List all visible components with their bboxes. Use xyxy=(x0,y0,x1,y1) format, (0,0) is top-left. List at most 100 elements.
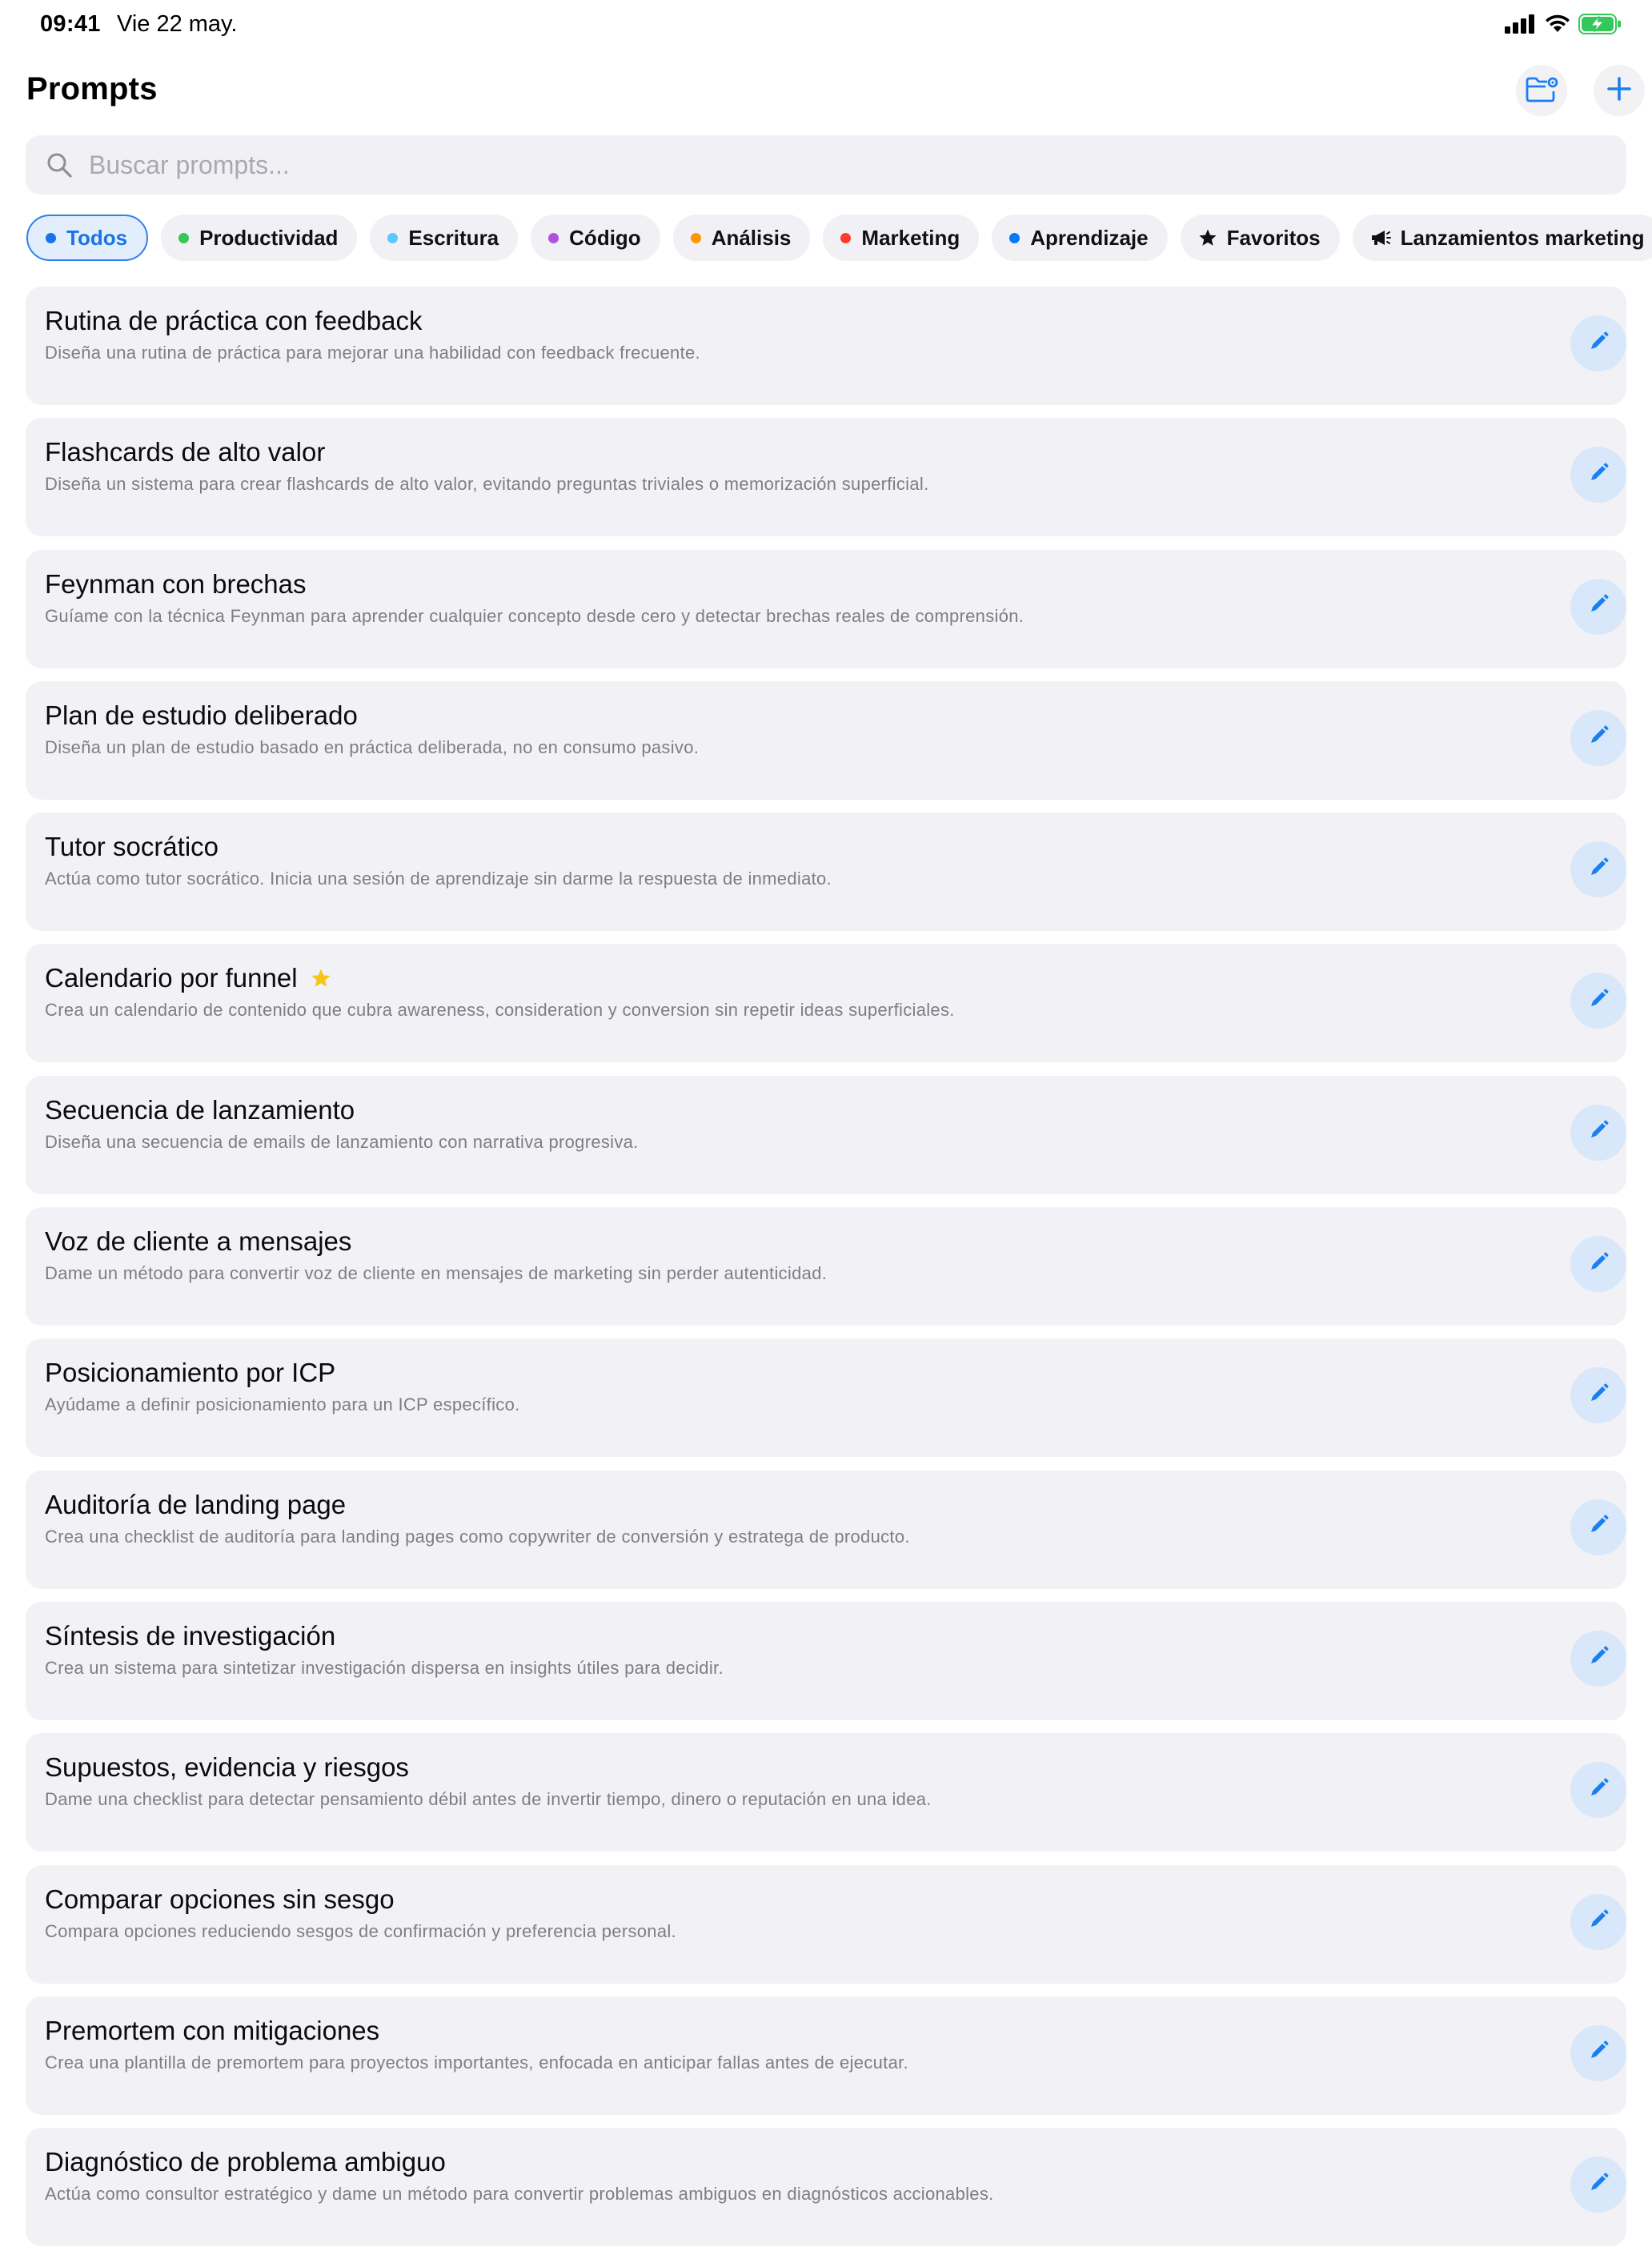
prompt-description: Diseña una secuencia de emails de lanzam… xyxy=(45,1131,639,1152)
edit-prompt-button[interactable] xyxy=(1570,1893,1626,1950)
edit-prompt-button[interactable] xyxy=(1570,709,1626,766)
star-icon xyxy=(1198,228,1217,247)
filter-chip-label: Aprendizaje xyxy=(1030,225,1149,250)
category-dot xyxy=(46,232,56,243)
prompt-card[interactable]: Síntesis de investigación Crea un sistema… xyxy=(26,1601,1626,1720)
prompt-description: Crea una plantilla de premortem para pro… xyxy=(45,2052,908,2072)
pencil-icon xyxy=(1586,1644,1610,1672)
filter-chip-código[interactable]: Código xyxy=(531,215,660,261)
add-prompt-button[interactable] xyxy=(1594,65,1645,116)
wifi-icon xyxy=(1545,14,1570,38)
prompt-description: Actúa como tutor socrático. Inicia una s… xyxy=(45,869,832,889)
prompt-card[interactable]: Secuencia de lanzamiento Diseña una secue… xyxy=(26,1075,1626,1194)
prompt-title-text: Diagnóstico de problema ambiguo xyxy=(45,2147,446,2177)
filter-chip-favoritos[interactable]: Favoritos xyxy=(1180,215,1340,261)
edit-prompt-button[interactable] xyxy=(1570,2024,1626,2081)
prompt-title: Diagnóstico de problema ambiguo xyxy=(45,2147,446,2177)
prompt-description: Dame una checklist para detectar pensami… xyxy=(45,1789,932,1810)
prompt-title: Auditoría de landing page xyxy=(45,1490,346,1520)
prompt-title: Rutina de práctica con feedback xyxy=(45,306,422,336)
search-icon xyxy=(46,151,73,179)
prompt-card[interactable]: Posicionamiento por ICP Ayúdame a definir… xyxy=(26,1338,1626,1458)
edit-prompt-button[interactable] xyxy=(1570,1499,1626,1555)
filter-chip-escritura[interactable]: Escritura xyxy=(370,215,519,261)
category-dot xyxy=(387,232,399,243)
prompt-card[interactable]: Diagnóstico de problema ambiguo Actúa com… xyxy=(26,2128,1626,2247)
search-bar[interactable] xyxy=(26,135,1626,195)
edit-prompt-button[interactable] xyxy=(1570,973,1626,1029)
status-bar: 09:41 Vie 22 may. xyxy=(0,0,1652,51)
edit-prompt-button[interactable] xyxy=(1570,315,1626,371)
prompt-description: Actúa como consultor estratégico y dame … xyxy=(45,2184,994,2205)
filter-chip-productividad[interactable]: Productividad xyxy=(161,215,358,261)
pencil-icon xyxy=(1586,724,1610,752)
filter-chip-lanzamientos-marketing[interactable]: Lanzamientos marketing xyxy=(1352,215,1652,261)
prompt-title-text: Supuestos, evidencia y riesgos xyxy=(45,1752,409,1783)
edit-prompt-button[interactable] xyxy=(1570,1367,1626,1424)
prompt-title-text: Calendario por funnel xyxy=(45,963,298,993)
filter-chip-label: Todos xyxy=(66,225,128,250)
edit-prompt-button[interactable] xyxy=(1570,2157,1626,2213)
prompt-title-text: Secuencia de lanzamiento xyxy=(45,1094,355,1125)
filter-chip-aprendizaje[interactable]: Aprendizaje xyxy=(992,215,1168,261)
filter-chip-todos[interactable]: Todos xyxy=(26,215,149,261)
prompt-title: Calendario por funnel xyxy=(45,963,331,993)
edit-prompt-button[interactable] xyxy=(1570,1762,1626,1819)
prompt-description: Crea un calendario de contenido que cubr… xyxy=(45,1000,955,1021)
prompt-card[interactable]: Premortem con mitigaciones Crea una plant… xyxy=(26,1996,1626,2115)
edit-prompt-button[interactable] xyxy=(1570,1236,1626,1293)
prompt-card[interactable]: Tutor socrático Actúa como tutor socrátic… xyxy=(26,813,1626,932)
edit-prompt-button[interactable] xyxy=(1570,1630,1626,1687)
prompt-description: Guíame con la técnica Feynman para apren… xyxy=(45,605,1024,626)
prompt-card[interactable]: Calendario por funnel Crea un calendario … xyxy=(26,944,1626,1063)
prompt-title: Voz de cliente a mensajes xyxy=(45,1226,351,1257)
edit-prompt-button[interactable] xyxy=(1570,841,1626,898)
prompt-title: Síntesis de investigación xyxy=(45,1621,335,1651)
prompt-title: Secuencia de lanzamiento xyxy=(45,1095,355,1125)
filter-chip-marketing[interactable]: Marketing xyxy=(823,215,980,261)
edit-prompt-button[interactable] xyxy=(1570,578,1626,635)
prompt-description: Crea un sistema para sintetizar investig… xyxy=(45,1657,724,1678)
filter-chip-label: Marketing xyxy=(861,225,960,250)
prompt-card[interactable]: Voz de cliente a mensajes Dame un método … xyxy=(26,1207,1626,1326)
filter-chip-label: Productividad xyxy=(199,225,339,250)
prompt-card[interactable]: Flashcards de alto valor Diseña un sistem… xyxy=(26,418,1626,537)
prompt-title-text: Tutor socrático xyxy=(45,832,219,862)
pencil-icon xyxy=(1586,1250,1610,1278)
prompt-card[interactable]: Plan de estudio deliberado Diseña un plan… xyxy=(26,680,1626,800)
plus-icon xyxy=(1606,76,1632,106)
status-time: 09:41 xyxy=(40,11,101,37)
prompt-title: Supuestos, evidencia y riesgos xyxy=(45,1752,409,1783)
category-dot xyxy=(1009,232,1020,243)
prompt-title-text: Comparar opciones sin sesgo xyxy=(45,1884,395,1914)
pencil-icon xyxy=(1586,1118,1610,1146)
prompt-title: Posicionamiento por ICP xyxy=(45,1358,335,1388)
status-icons xyxy=(1505,13,1623,38)
cellular-signal-icon xyxy=(1505,14,1537,38)
prompt-description: Ayúdame a definir posicionamiento para u… xyxy=(45,1394,520,1415)
prompt-title: Flashcards de alto valor xyxy=(45,437,325,467)
pencil-icon xyxy=(1586,1776,1610,1804)
edit-prompt-button[interactable] xyxy=(1570,1104,1626,1161)
prompt-title: Comparar opciones sin sesgo xyxy=(45,1884,395,1915)
prompt-card[interactable]: Feynman con brechas Guíame con la técnica… xyxy=(26,549,1626,668)
prompt-card[interactable]: Rutina de práctica con feedback Diseña un… xyxy=(26,287,1626,405)
prompt-card[interactable]: Supuestos, evidencia y riesgos Dame una c… xyxy=(26,1733,1626,1852)
prompt-card[interactable]: Auditoría de landing page Crea una checkl… xyxy=(26,1470,1626,1589)
pencil-icon xyxy=(1586,592,1610,620)
filter-chip-análisis[interactable]: Análisis xyxy=(672,215,811,261)
prompt-title-text: Síntesis de investigación xyxy=(45,1620,336,1651)
pencil-icon xyxy=(1586,461,1610,489)
prompt-title-text: Premortem con mitigaciones xyxy=(45,2015,380,2045)
folder-settings-button[interactable] xyxy=(1516,65,1567,116)
pencil-icon xyxy=(1586,1382,1610,1410)
edit-prompt-button[interactable] xyxy=(1570,447,1626,504)
prompt-title-text: Voz de cliente a mensajes xyxy=(45,1226,352,1257)
prompt-description: Diseña un sistema para crear flashcards … xyxy=(45,474,929,495)
pencil-icon xyxy=(1586,856,1610,884)
prompt-card[interactable]: Comparar opciones sin sesgo Compara opcio… xyxy=(26,1864,1626,1984)
prompt-title: Premortem con mitigaciones xyxy=(45,2016,379,2046)
pencil-icon xyxy=(1586,2171,1610,2199)
prompt-list: Rutina de práctica con feedback Diseña un… xyxy=(26,287,1626,2259)
search-input[interactable] xyxy=(89,150,1530,180)
